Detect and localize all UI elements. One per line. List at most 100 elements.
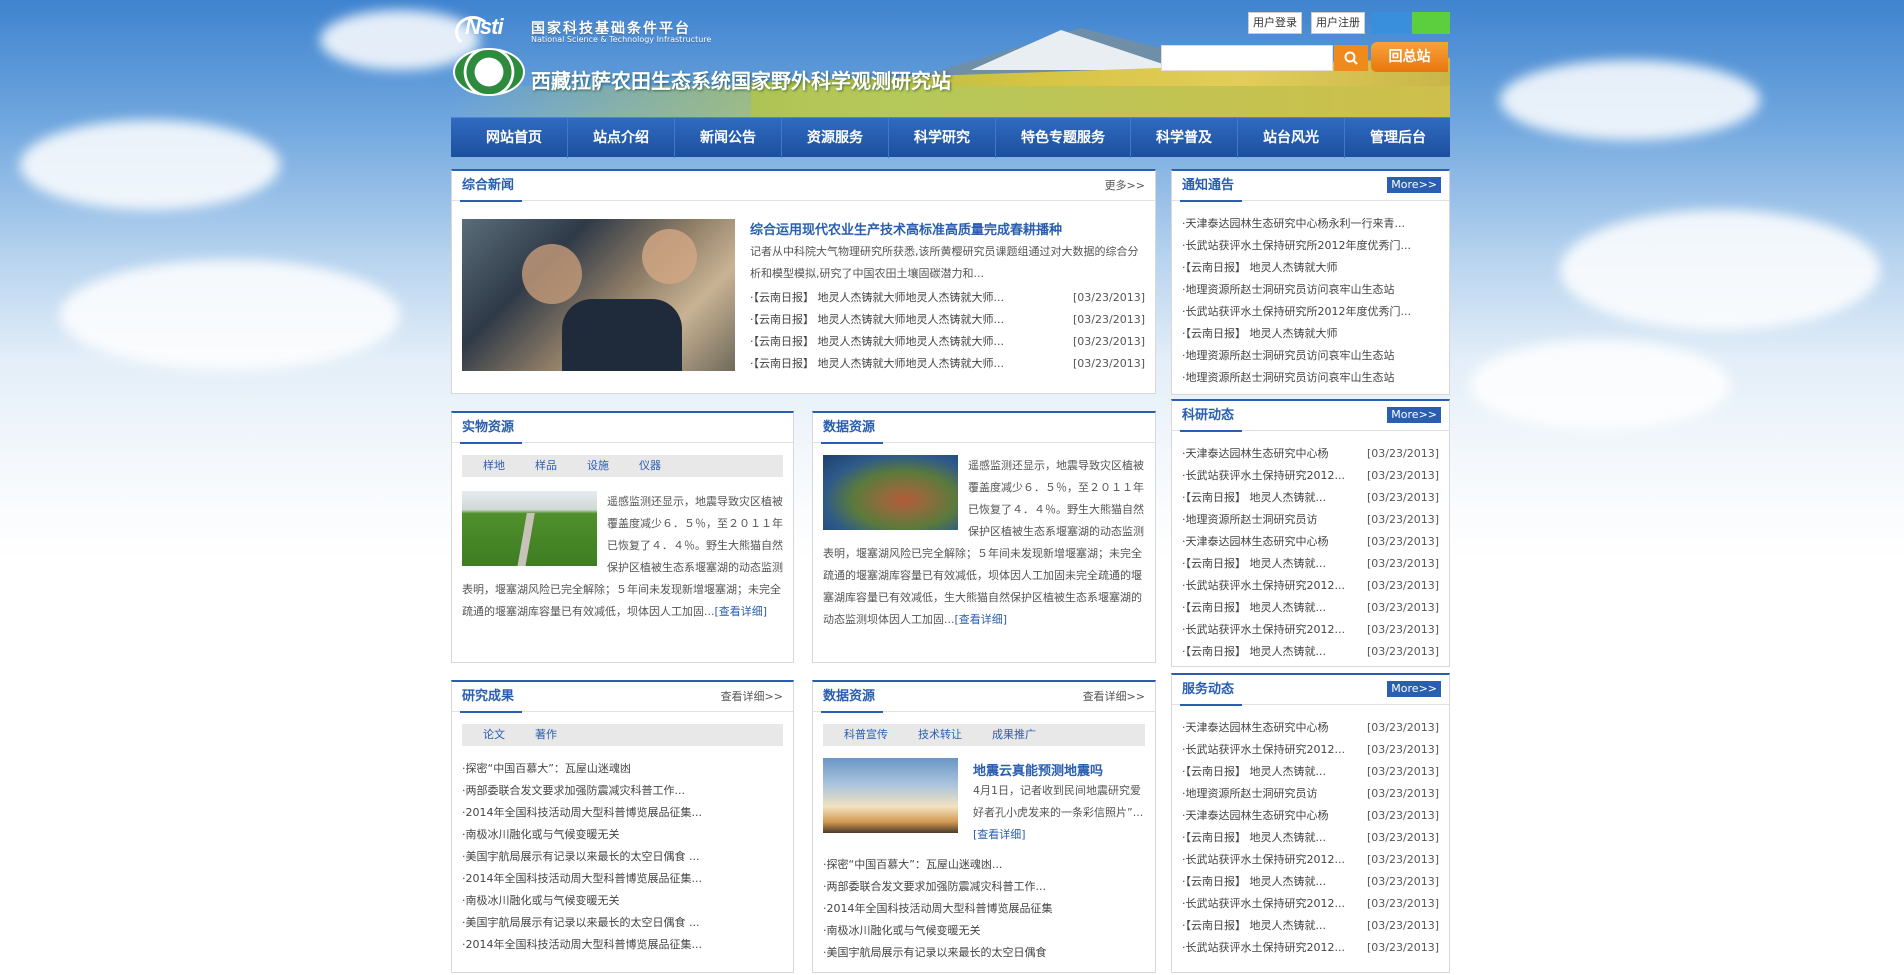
list-item[interactable]: ·长武站获评水土保持研究所2012年度优秀门...	[1182, 235, 1439, 257]
list-item[interactable]: ·美国宇航局展示有记录以来最长的太空日偶食 ...	[462, 912, 783, 934]
nav-item-about[interactable]: 站点介绍	[568, 117, 675, 158]
list-item[interactable]: ·探密“中国百慕大”：瓦屋山迷魂凼...	[823, 854, 1145, 876]
list-item[interactable]: ·【云南日报】 地灵人杰铸就大师地灵人杰铸就大师... [03/23/2013]	[750, 287, 1145, 309]
more-button[interactable]: More>>	[1387, 407, 1441, 423]
list-item[interactable]: ·长武站获评水土保持研究2012... [03/23/2013]	[1182, 465, 1439, 487]
list-item[interactable]: ·【云南日报】 地灵人杰铸就... [03/23/2013]	[1182, 553, 1439, 575]
list-item[interactable]: ·地理资源所赵士洞研究员访 [03/23/2013]	[1182, 509, 1439, 531]
list-item[interactable]: ·美国宇航局展示有记录以来最长的太空日偶食 ...	[462, 846, 783, 868]
list-item[interactable]: ·天津泰达园林生态研究中心杨 [03/23/2013]	[1182, 531, 1439, 553]
list-item[interactable]: ·南极冰川融化或与气候变暖无关	[823, 920, 1145, 942]
list-item[interactable]: ·两部委联合发文要求加强防震减灾科普工作...	[823, 876, 1145, 898]
list-item[interactable]: ·长武站获评水土保持研究2012... [03/23/2013]	[1182, 619, 1439, 641]
search-button[interactable]	[1334, 45, 1368, 71]
station-title: 西藏拉萨农田生态系统国家野外科学观测研究站	[531, 69, 951, 93]
list-item[interactable]: ·2014年全国科技活动周大型科普博览展品征集	[823, 898, 1145, 920]
list-item[interactable]: ·地理资源所赵士洞研究员访 [03/23/2013]	[1182, 783, 1439, 805]
cloud-decoration	[1500, 60, 1760, 140]
nav-item-admin[interactable]: 管理后台	[1345, 118, 1451, 158]
tab-papers[interactable]: 论文	[468, 724, 520, 746]
login-link[interactable]: 用户登录	[1248, 12, 1302, 34]
home-station-button[interactable]: 回总站	[1371, 42, 1448, 72]
detail-link[interactable]: [查看详细]	[715, 605, 768, 618]
nav-item-research[interactable]: 科学研究	[889, 117, 996, 158]
list-item[interactable]: ·【云南日报】 地灵人杰铸就... [03/23/2013]	[1182, 827, 1439, 849]
more-link[interactable]: 查看详细>>	[1083, 682, 1145, 712]
mountain-snow-decoration	[971, 30, 1181, 70]
list-item[interactable]: ·长武站获评水土保持研究2012... [03/23/2013]	[1182, 849, 1439, 871]
list-item[interactable]: ·长武站获评水土保持研究所2012年度优秀门...	[1182, 301, 1439, 323]
more-button[interactable]: More>>	[1387, 177, 1441, 193]
list-item[interactable]: ·【云南日报】 地灵人杰铸就大师地灵人杰铸就大师... [03/23/2013]	[750, 353, 1145, 375]
list-item[interactable]: ·【云南日报】 地灵人杰铸就... [03/23/2013]	[1182, 597, 1439, 619]
list-item[interactable]: ·【云南日报】 地灵人杰铸就... [03/23/2013]	[1182, 915, 1439, 937]
list-item[interactable]: ·南极冰川融化或与气候变暖无关	[462, 890, 783, 912]
tab-outreach[interactable]: 科普宣传	[829, 724, 903, 746]
tab-instrument[interactable]: 仪器	[624, 455, 676, 477]
panel-header: 数据资源	[813, 413, 1155, 444]
news-headline[interactable]: 综合运用现代农业生产技术高标准高质量完成春耕播种	[750, 219, 1062, 238]
list-item[interactable]: ·天津泰达园林生态研究中心杨 [03/23/2013]	[1182, 717, 1439, 739]
list-item[interactable]: ·地理资源所赵士洞研究员访问哀牢山生态站	[1182, 367, 1439, 389]
tab-promotion[interactable]: 成果推广	[977, 724, 1051, 746]
more-link[interactable]: 更多>>	[1105, 171, 1145, 201]
list-item[interactable]: ·两部委联合发文要求加强防震减灾科普工作...	[462, 780, 783, 802]
list-item[interactable]: ·【云南日报】 地灵人杰铸就... [03/23/2013]	[1182, 487, 1439, 509]
news-photo[interactable]	[462, 219, 735, 371]
panel-header: 研究成果 查看详细>>	[452, 682, 793, 713]
more-button[interactable]: More>>	[1387, 681, 1441, 697]
color-swatch-green[interactable]	[1412, 12, 1450, 34]
tab-sample[interactable]: 样品	[520, 455, 572, 477]
list-item[interactable]: ·2014年全国科技活动周大型科普博览展品征集...	[462, 934, 783, 956]
list-item[interactable]: ·长武站获评水土保持研究2012... [03/23/2013]	[1182, 937, 1439, 959]
panel-title: 研究成果	[459, 682, 523, 713]
color-swatch-blue[interactable]	[1372, 12, 1410, 34]
nav-item-news[interactable]: 新闻公告	[675, 117, 782, 158]
tab-books[interactable]: 著作	[520, 724, 572, 746]
list-item[interactable]: ·【云南日报】 地灵人杰铸就大师	[1182, 257, 1439, 279]
list-item[interactable]: ·【云南日报】 地灵人杰铸就大师地灵人杰铸就大师... [03/23/2013]	[750, 309, 1145, 331]
tab-plot[interactable]: 样地	[468, 455, 520, 477]
list-item[interactable]: ·长武站获评水土保持研究2012... [03/23/2013]	[1182, 739, 1439, 761]
nav-item-scenery[interactable]: 站台风光	[1238, 117, 1345, 158]
list-item[interactable]: ·长武站获评水土保持研究2012... [03/23/2013]	[1182, 575, 1439, 597]
news-list: ·【云南日报】 地灵人杰铸就大师地灵人杰铸就大师... [03/23/2013] …	[750, 287, 1145, 387]
list-item[interactable]: ·【云南日报】 地灵人杰铸就... [03/23/2013]	[1182, 761, 1439, 783]
search-input[interactable]	[1161, 45, 1333, 71]
list-item[interactable]: ·美国宇航局展示有记录以来最长的太空日偶食	[823, 942, 1145, 964]
detail-link[interactable]: [查看详细]	[973, 828, 1026, 841]
list-item[interactable]: ·【云南日报】 地灵人杰铸就大师地灵人杰铸就大师... [03/23/2013]	[750, 331, 1145, 353]
physical-summary: 遥感监测还显示，地震导致灾区植被覆盖度减少６．５％，至２０１１年已恢复了４．４％…	[462, 495, 783, 618]
data-resources-2-panel: 数据资源 查看详细>> 科普宣传 技术转让 成果推广 地震云真能预测地震吗 4月…	[812, 680, 1156, 973]
nav-item-home[interactable]: 网站首页	[461, 117, 568, 158]
list-item[interactable]: ·地理资源所赵士洞研究员访问哀牢山生态站	[1182, 345, 1439, 367]
article-headline[interactable]: 地震云真能预测地震吗	[973, 760, 1103, 779]
list-item[interactable]: ·长武站获评水土保持研究2012... [03/23/2013]	[1182, 893, 1439, 915]
list-item[interactable]: ·2014年全国科技活动周大型科普博览展品征集...	[462, 802, 783, 824]
panel-header: 通知通告 More>>	[1172, 171, 1449, 202]
nav-item-special[interactable]: 特色专题服务	[996, 117, 1131, 158]
site-header: Nsti 国家科技基础条件平台 National Science & Techn…	[451, 0, 1450, 117]
tab-tech-transfer[interactable]: 技术转让	[903, 724, 977, 746]
news-panel: 综合新闻 更多>> 综合运用现代农业生产技术高标准高质量完成春耕播种 记者从中科…	[451, 169, 1156, 394]
list-item[interactable]: ·探密“中国百慕大”：瓦屋山迷魂凼	[462, 758, 783, 780]
list-item[interactable]: ·2014年全国科技活动周大型科普博览展品征集...	[462, 868, 783, 890]
nav-item-resources[interactable]: 资源服务	[782, 117, 889, 158]
register-link[interactable]: 用户注册	[1311, 12, 1365, 34]
list-item[interactable]: ·天津泰达园林生态研究中心杨永利一行来青...	[1182, 213, 1439, 235]
tab-facility[interactable]: 设施	[572, 455, 624, 477]
list-item[interactable]: ·地理资源所赵士洞研究员访问哀牢山生态站	[1182, 279, 1439, 301]
detail-link[interactable]: [查看详细]	[955, 613, 1008, 626]
cloud-photo[interactable]	[823, 758, 958, 833]
nav-item-science[interactable]: 科学普及	[1131, 117, 1238, 158]
research-results-panel: 研究成果 查看详细>> 论文 著作 ·探密“中国百慕大”：瓦屋山迷魂凼 ·两部委…	[451, 680, 794, 973]
list-item[interactable]: ·天津泰达园林生态研究中心杨 [03/23/2013]	[1182, 805, 1439, 827]
list-item[interactable]: ·【云南日报】 地灵人杰铸就... [03/23/2013]	[1182, 871, 1439, 893]
list-item[interactable]: ·天津泰达园林生态研究中心杨 [03/23/2013]	[1182, 443, 1439, 465]
more-link[interactable]: 查看详细>>	[721, 682, 783, 712]
list-item[interactable]: ·【云南日报】 地灵人杰铸就... [03/23/2013]	[1182, 641, 1439, 663]
list-item[interactable]: ·【云南日报】 地灵人杰铸就大师	[1182, 323, 1439, 345]
list-item[interactable]: ·南极冰川融化或与气候变暖无关	[462, 824, 783, 846]
panel-header: 综合新闻 更多>>	[452, 171, 1155, 202]
station-emblem-icon	[453, 48, 525, 96]
